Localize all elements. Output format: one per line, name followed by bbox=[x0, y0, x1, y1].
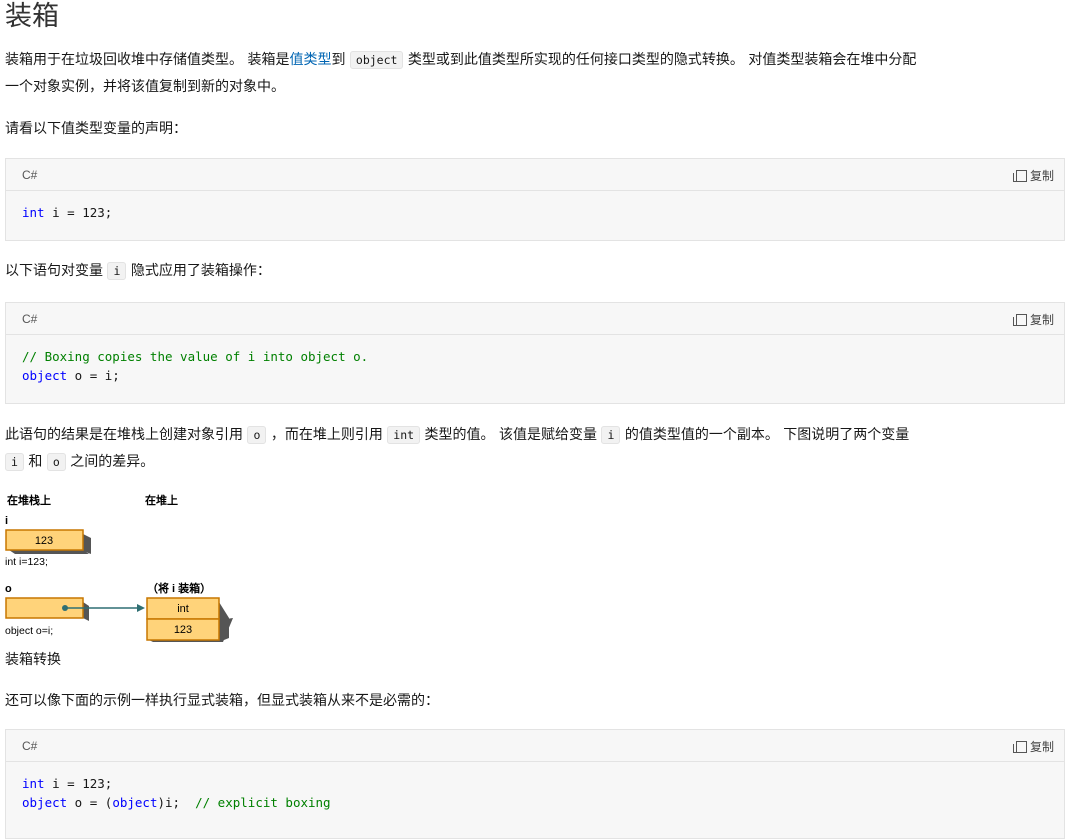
page-title: 装箱 bbox=[5, 1, 59, 32]
copy-label: 复制 bbox=[1029, 740, 1054, 754]
code-block-declaration: C# 复制 int i = 123; bbox=[5, 158, 1065, 241]
figure-caption: 装箱转换 bbox=[5, 652, 61, 668]
result-paragraph: 此语句的结果是在堆栈上创建对象引用 o ，而在堆上则引用 int 类型的值。 该… bbox=[5, 422, 1065, 476]
code-language: C# bbox=[22, 312, 38, 326]
result-text-3: 类型的值。 该值是赋给变量 bbox=[424, 427, 597, 443]
code-text: o = i; bbox=[67, 368, 120, 383]
implicit-text-1: 以下语句对变量 bbox=[5, 263, 103, 279]
boxing-diagram: 在堆栈上 在堆上 i 123 int i=123; o （将 i 装箱） int… bbox=[5, 493, 233, 642]
inline-code-o: o bbox=[46, 453, 66, 471]
code-language: C# bbox=[22, 739, 38, 753]
heap-type-text: int bbox=[177, 603, 189, 615]
copy-icon bbox=[1012, 169, 1027, 182]
inline-code-i: i bbox=[107, 262, 127, 280]
i-caption: int i=123; bbox=[5, 556, 48, 568]
result-text-2: ，而在堆上则引用 bbox=[270, 427, 383, 443]
copy-button[interactable]: 复制 bbox=[1012, 311, 1054, 328]
result-text-4: 的值类型值的一个副本。 下图说明了两个变量 bbox=[624, 427, 910, 443]
result-text-1: 此语句的结果是在堆栈上创建对象引用 bbox=[5, 427, 243, 443]
intro-text-2: 到 bbox=[331, 52, 346, 68]
heap-label: 在堆上 bbox=[145, 493, 178, 507]
implicit-boxing-intro: 以下语句对变量 i 隐式应用了装箱操作： bbox=[5, 258, 271, 285]
code-content: // Boxing copies the value of i into obj… bbox=[6, 335, 1064, 397]
variable-o-label: o bbox=[5, 583, 12, 595]
code-keyword: int bbox=[22, 205, 45, 220]
code-language: C# bbox=[22, 168, 38, 182]
result-text-6: 之间的差异。 bbox=[70, 454, 155, 470]
declaration-intro: 请看以下值类型变量的声明： bbox=[5, 121, 187, 137]
code-keyword: object bbox=[112, 795, 158, 810]
code-header: C# 复制 bbox=[6, 730, 1064, 762]
reference-arrow-head bbox=[137, 604, 145, 612]
explicit-boxing-intro: 还可以像下面的示例一样执行显式装箱，但显式装箱从来不是必需的： bbox=[5, 693, 439, 709]
inline-code-o: o bbox=[247, 426, 267, 444]
code-text: o = ( bbox=[67, 795, 113, 810]
code-text: )i; bbox=[157, 795, 196, 810]
intro-paragraph: 装箱用于在垃圾回收堆中存储值类型。 装箱是值类型到 object 类型或到此值类… bbox=[5, 47, 1065, 101]
inline-code-i: i bbox=[601, 426, 621, 444]
intro-text-4: 一个对象实例，并将该值复制到新的对象中。 bbox=[5, 79, 285, 95]
heap-value-text: 123 bbox=[174, 624, 192, 636]
boxing-label: （将 i 装箱） bbox=[147, 581, 211, 595]
intro-text-3: 类型或到此值类型所实现的任何接口类型的隐式转换。 对值类型装箱会在堆中分配 bbox=[407, 52, 917, 68]
stack-label: 在堆栈上 bbox=[7, 493, 51, 507]
implicit-text-2: 隐式应用了装箱操作： bbox=[130, 263, 271, 279]
copy-button[interactable]: 复制 bbox=[1012, 738, 1054, 755]
o-caption: object o=i; bbox=[5, 625, 53, 637]
copy-icon bbox=[1012, 740, 1027, 753]
o-box-shadow bbox=[83, 602, 89, 621]
code-header: C# 复制 bbox=[6, 303, 1064, 335]
inline-code-int: int bbox=[387, 426, 421, 444]
code-keyword: int bbox=[22, 776, 45, 791]
copy-icon bbox=[1012, 313, 1027, 326]
code-comment: // explicit boxing bbox=[195, 795, 331, 810]
inline-code-i: i bbox=[5, 453, 24, 471]
code-content: int i = 123; bbox=[6, 191, 1064, 234]
result-text-5: 和 bbox=[28, 454, 43, 470]
variable-i-label: i bbox=[5, 515, 8, 527]
code-content: int i = 123; object o = (object)i; // ex… bbox=[6, 762, 1064, 824]
copy-button[interactable]: 复制 bbox=[1012, 167, 1054, 184]
i-value-text: 123 bbox=[35, 535, 53, 547]
inline-code-object: object bbox=[349, 51, 404, 69]
intro-text-1: 装箱用于在垃圾回收堆中存储值类型。 装箱是 bbox=[5, 52, 290, 68]
code-comment: // Boxing copies the value of i into obj… bbox=[22, 349, 369, 364]
code-text: i = 123; bbox=[44, 205, 113, 220]
copy-label: 复制 bbox=[1029, 313, 1054, 327]
copy-label: 复制 bbox=[1029, 169, 1054, 183]
code-keyword: object bbox=[22, 795, 68, 810]
code-keyword: object bbox=[22, 368, 68, 383]
code-header: C# 复制 bbox=[6, 159, 1064, 191]
code-block-implicit-boxing: C# 复制 // Boxing copies the value of i in… bbox=[5, 302, 1065, 404]
value-types-link[interactable]: 值类型 bbox=[289, 52, 331, 68]
code-text: i = 123; bbox=[44, 776, 113, 791]
